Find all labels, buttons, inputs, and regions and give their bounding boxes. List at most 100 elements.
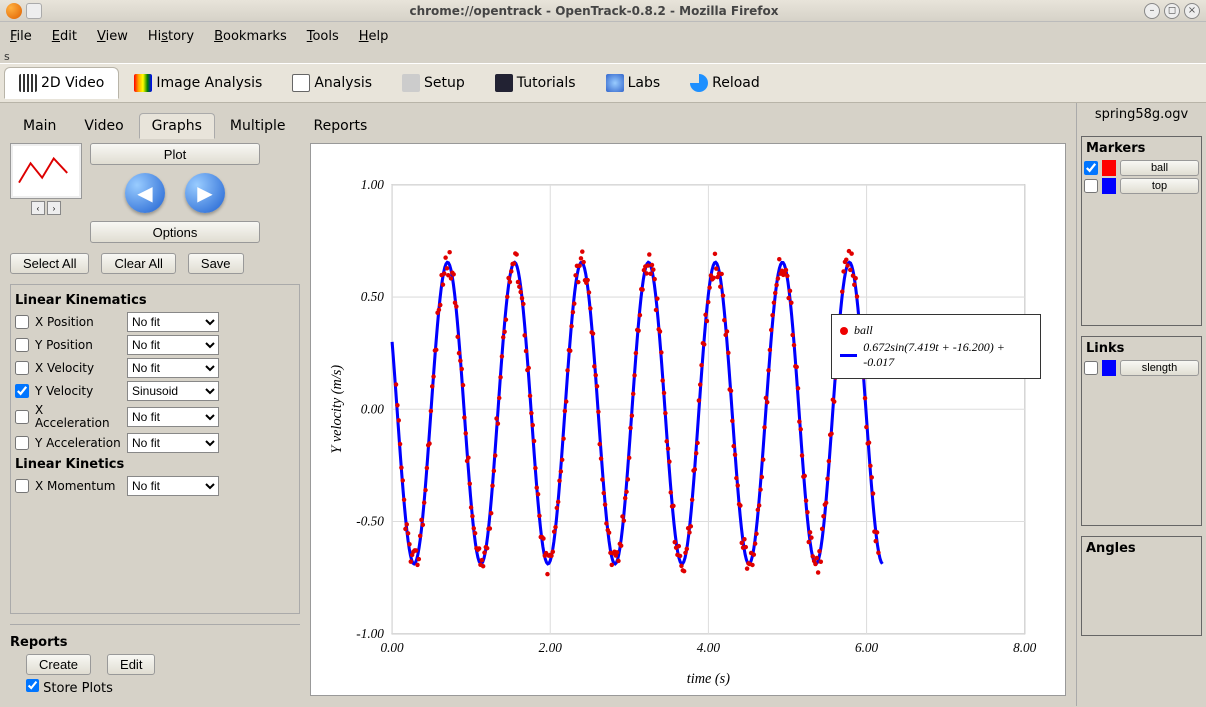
- check-x-acceleration[interactable]: [15, 410, 29, 424]
- fit-y-velocity[interactable]: Sinusoid: [127, 381, 219, 401]
- subtab-multiple[interactable]: Multiple: [217, 113, 299, 139]
- subtab-reports[interactable]: Reports: [301, 113, 381, 139]
- link-slength-button[interactable]: slength: [1120, 360, 1199, 376]
- menu-bookmarks[interactable]: Bookmarks: [214, 29, 287, 44]
- menubar: File Edit View History Bookmarks Tools H…: [0, 22, 1206, 50]
- check-x-velocity[interactable]: [15, 361, 29, 375]
- legend-box: ball 0.672sin(7.419t + -16.200) + -0.017: [831, 314, 1041, 379]
- maximize-button[interactable]: ◻: [1164, 3, 1180, 19]
- fit-x-position[interactable]: No fit: [127, 312, 219, 332]
- subtext: s: [0, 50, 1206, 63]
- edit-button[interactable]: Edit: [107, 654, 155, 675]
- options-button[interactable]: Options: [90, 221, 260, 243]
- fit-x-acceleration[interactable]: No fit: [127, 407, 219, 427]
- tab-image-analysis[interactable]: Image Analysis: [119, 67, 277, 99]
- wand-icon: [402, 74, 420, 92]
- swatch-blue-link: [1102, 360, 1116, 376]
- angles-panel: Angles: [1081, 536, 1202, 636]
- film-icon: [19, 74, 37, 92]
- check-store-plots[interactable]: [26, 679, 39, 692]
- chart-svg: 0.002.004.006.008.00-1.00-0.500.000.501.…: [311, 144, 1065, 695]
- save-button[interactable]: Save: [188, 253, 244, 274]
- tab-labs[interactable]: Labs: [591, 67, 676, 99]
- subtabs: Main Video Graphs Multiple Reports: [10, 113, 1066, 139]
- thumb-next[interactable]: ›: [47, 201, 61, 215]
- menu-help[interactable]: Help: [359, 29, 389, 44]
- svg-text:0.00: 0.00: [361, 401, 385, 416]
- check-y-velocity[interactable]: [15, 384, 29, 398]
- row-x-velocity: X Velocity No fit: [15, 358, 295, 378]
- legend-line-icon: [840, 354, 857, 357]
- select-all-button[interactable]: Select All: [10, 253, 89, 274]
- right-sidebar: spring58g.ogv Markers ball top Links sle…: [1076, 103, 1206, 706]
- plot-thumbnail[interactable]: [10, 143, 82, 199]
- graphs-body: ‹ › Plot ◀ ▶ Options Select All: [10, 143, 1066, 696]
- chart-area: 0.002.004.006.008.00-1.00-0.500.000.501.…: [310, 143, 1066, 696]
- menu-edit[interactable]: Edit: [52, 29, 77, 44]
- fit-x-momentum[interactable]: No fit: [127, 476, 219, 496]
- fit-y-position[interactable]: No fit: [127, 335, 219, 355]
- tab-tutorials[interactable]: Tutorials: [480, 67, 591, 99]
- svg-text:4.00: 4.00: [697, 640, 721, 655]
- menu-tools[interactable]: Tools: [307, 29, 339, 44]
- minimize-button[interactable]: –: [1144, 3, 1160, 19]
- check-marker-ball[interactable]: [1084, 161, 1098, 175]
- menu-history[interactable]: History: [148, 29, 194, 44]
- check-link-slength[interactable]: [1084, 361, 1098, 375]
- subtab-main[interactable]: Main: [10, 113, 69, 139]
- check-x-momentum[interactable]: [15, 479, 29, 493]
- row-x-acceleration: X Acceleration No fit: [15, 404, 295, 430]
- row-x-momentum: X Momentum No fit: [15, 476, 295, 496]
- marker-top-button[interactable]: top: [1120, 178, 1199, 194]
- tv-icon: [495, 74, 513, 92]
- svg-text:0.00: 0.00: [380, 640, 404, 655]
- check-marker-top[interactable]: [1084, 179, 1098, 193]
- marker-ball-button[interactable]: ball: [1120, 160, 1199, 176]
- marker-row-ball: ball: [1084, 160, 1199, 176]
- kinematics-panel[interactable]: Linear Kinematics X Position No fit Y Po…: [10, 284, 300, 614]
- tab-reload[interactable]: Reload: [675, 67, 775, 99]
- markers-panel: Markers ball top: [1081, 136, 1202, 326]
- subtab-video[interactable]: Video: [71, 113, 136, 139]
- subtab-graphs[interactable]: Graphs: [139, 113, 215, 139]
- legend-series-label: ball: [854, 323, 873, 338]
- svg-text:8.00: 8.00: [1013, 640, 1037, 655]
- check-y-acceleration[interactable]: [15, 436, 29, 450]
- thumb-prev[interactable]: ‹: [31, 201, 45, 215]
- tab-analysis[interactable]: Analysis: [277, 67, 387, 99]
- tab-setup[interactable]: Setup: [387, 67, 480, 99]
- svg-text:time (s): time (s): [687, 671, 730, 687]
- tab-2d-video[interactable]: 2D Video: [4, 67, 119, 99]
- menu-file[interactable]: File: [10, 29, 32, 44]
- nav-next-button[interactable]: ▶: [185, 173, 225, 213]
- controls-column: ‹ › Plot ◀ ▶ Options Select All: [10, 143, 300, 696]
- fit-x-velocity[interactable]: No fit: [127, 358, 219, 378]
- links-panel: Links slength: [1081, 336, 1202, 526]
- close-button[interactable]: ×: [1184, 3, 1200, 19]
- svg-text:6.00: 6.00: [855, 640, 879, 655]
- reload-icon: [690, 74, 708, 92]
- row-y-velocity: Y Velocity Sinusoid: [15, 381, 295, 401]
- swatch-red: [1102, 160, 1116, 176]
- row-y-acceleration: Y Acceleration No fit: [15, 433, 295, 453]
- window-title: chrome://opentrack - OpenTrack-0.8.2 - M…: [48, 4, 1140, 18]
- clear-all-button[interactable]: Clear All: [101, 253, 175, 274]
- swatch-blue: [1102, 178, 1116, 194]
- filename-label: spring58g.ogv: [1081, 107, 1202, 122]
- linear-kinematics-title: Linear Kinematics: [15, 293, 295, 308]
- svg-text:Y velocity (m/s): Y velocity (m/s): [329, 365, 345, 454]
- nav-prev-button[interactable]: ◀: [125, 173, 165, 213]
- create-button[interactable]: Create: [26, 654, 91, 675]
- row-x-position: X Position No fit: [15, 312, 295, 332]
- legend-dot-icon: [840, 327, 848, 335]
- check-x-position[interactable]: [15, 315, 29, 329]
- fit-y-acceleration[interactable]: No fit: [127, 433, 219, 453]
- main-toolbar: 2D Video Image Analysis Analysis Setup T…: [0, 63, 1206, 103]
- check-y-position[interactable]: [15, 338, 29, 352]
- link-row-slength: slength: [1084, 360, 1199, 376]
- angles-title: Angles: [1084, 539, 1199, 558]
- flask-icon: [606, 74, 624, 92]
- reports-box: Reports Create Edit Store Plots: [10, 624, 300, 696]
- menu-view[interactable]: View: [97, 29, 128, 44]
- plot-button[interactable]: Plot: [90, 143, 260, 165]
